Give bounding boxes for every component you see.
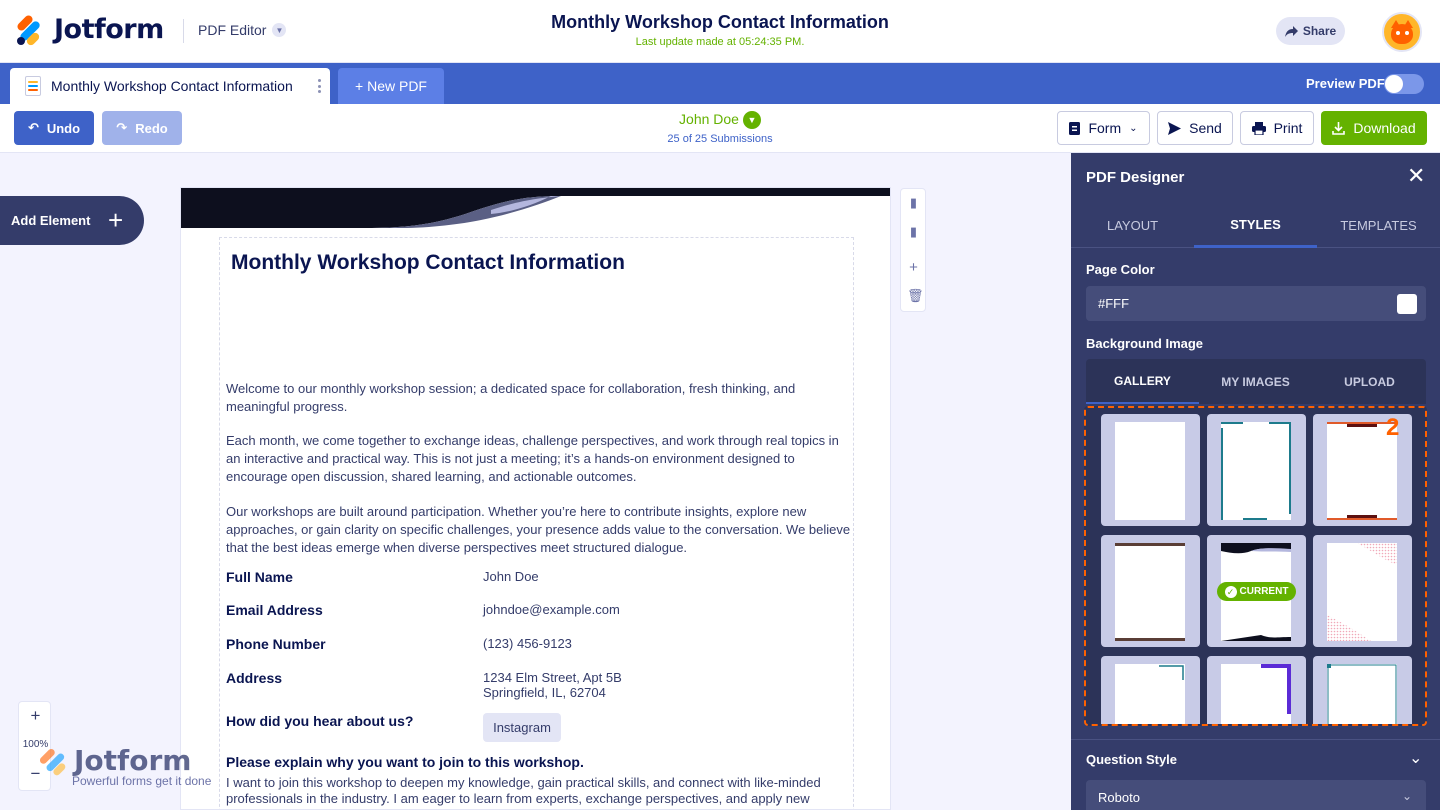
background-thumbnail-current[interactable]: ✓ CURRENT — [1207, 535, 1306, 647]
description-paragraph[interactable]: Our workshops are built around participa… — [226, 503, 856, 557]
field-value-address-line2: Springfield, IL, 62704 — [483, 685, 606, 700]
field-value-why-join: I want to join this workshop to deepen m… — [226, 775, 821, 806]
add-element-button[interactable]: Add Element + — [0, 196, 144, 245]
submitter-name: John Doe — [679, 111, 739, 127]
field-value-phone: (123) 456-9123 — [483, 636, 572, 651]
document-tab-bar: Monthly Workshop Contact Information + N… — [0, 63, 1440, 104]
current-label: CURRENT — [1239, 586, 1289, 597]
field-value-full-name: John Doe — [483, 569, 539, 584]
download-label: Download — [1353, 120, 1416, 136]
background-thumbnail[interactable] — [1313, 535, 1412, 647]
page-color-value: #FFF — [1098, 296, 1130, 311]
pdf-designer-panel: PDF Designer ✕ LAYOUT STYLES TEMPLATES P… — [1071, 153, 1440, 810]
pdf-document-icon — [25, 76, 41, 96]
chevron-down-icon: ⌄ — [1401, 789, 1412, 803]
print-button[interactable]: Print — [1240, 111, 1314, 145]
panel-title: PDF Designer — [1086, 169, 1185, 186]
background-gallery: 2 ✓ CURRENT — [1084, 406, 1427, 726]
user-avatar[interactable] — [1382, 12, 1422, 52]
last-update-text: Last update made at 05:24:35 PM. — [635, 36, 805, 48]
preview-pdf-toggle[interactable] — [1384, 74, 1424, 94]
close-icon[interactable]: ✕ — [1407, 165, 1425, 187]
annotation-number: 2 — [1386, 414, 1400, 441]
field-label-phone: Phone Number — [226, 636, 326, 652]
top-bar: Jotform PDF Editor ▼ Monthly Workshop Co… — [0, 0, 1440, 63]
field-label-heard-about: How did you hear about us? — [226, 713, 414, 729]
background-thumbnail[interactable] — [1101, 656, 1200, 724]
form-dropdown-button[interactable]: Form ⌄ — [1057, 111, 1150, 145]
page-color-label: Page Color — [1086, 262, 1155, 277]
field-label-full-name: Full Name — [226, 569, 293, 585]
field-label-why-join: Please explain why you want to join to t… — [226, 754, 584, 770]
watermark-brand: Jotform — [74, 744, 192, 777]
description-paragraph[interactable]: Each month, we come together to exchange… — [226, 432, 856, 486]
send-button[interactable]: Send — [1157, 111, 1233, 145]
new-pdf-button[interactable]: + New PDF — [338, 68, 444, 104]
font-select[interactable]: Roboto ⌄ — [1086, 780, 1426, 810]
download-icon — [1332, 121, 1346, 135]
chevron-down-icon: ⌄ — [1129, 122, 1138, 134]
download-button[interactable]: Download — [1321, 111, 1427, 145]
intro-paragraph[interactable]: Welcome to our monthly workshop session;… — [226, 380, 856, 416]
page-toolbar: ▮ ▮ + 🗑 — [900, 188, 926, 312]
zoom-in-button[interactable]: + — [19, 706, 52, 726]
page-copy-icon[interactable]: ▮ — [907, 224, 920, 240]
more-options-icon[interactable] — [318, 79, 322, 93]
action-bar: ↶ Undo ↷ Redo John Doe ▼ 25 of 25 Submiss… — [0, 104, 1440, 153]
question-style-section[interactable]: Question Style ⌄ — [1071, 739, 1440, 780]
color-swatch[interactable] — [1397, 294, 1417, 314]
document-title: Monthly Workshop Contact Information — [551, 12, 889, 32]
share-label: Share — [1302, 24, 1337, 38]
field-label-email: Email Address — [226, 602, 323, 618]
page-color-input[interactable]: #FFF — [1086, 286, 1426, 321]
preview-pdf-label: Preview PDF — [1306, 76, 1385, 91]
chevron-down-icon: ▼ — [742, 111, 761, 130]
share-button[interactable]: Share — [1276, 17, 1345, 45]
jotform-logo-icon — [40, 748, 66, 775]
field-value-email: johndoe@example.com — [483, 602, 620, 617]
form-label: Form — [1088, 120, 1122, 136]
pdf-form-title[interactable]: Monthly Workshop Contact Information — [231, 251, 625, 275]
chevron-down-icon: ⌄ — [1409, 750, 1423, 767]
send-icon — [1168, 121, 1182, 135]
background-thumbnail[interactable] — [1207, 656, 1306, 724]
page-settings-icon[interactable]: ▮ — [907, 195, 920, 211]
print-label: Print — [1273, 120, 1303, 136]
tab-document-label: Monthly Workshop Contact Information — [51, 78, 293, 94]
tab-styles[interactable]: STYLES — [1194, 203, 1317, 248]
font-select-value: Roboto — [1098, 790, 1140, 805]
background-thumbnail[interactable] — [1101, 535, 1200, 647]
plus-icon: + — [108, 205, 124, 235]
add-element-label: Add Element — [11, 213, 91, 228]
add-page-icon[interactable]: + — [907, 259, 920, 276]
trash-icon[interactable]: 🗑 — [907, 288, 924, 304]
tab-gallery[interactable]: GALLERY — [1086, 359, 1199, 404]
printer-icon — [1251, 121, 1266, 135]
share-arrow-icon — [1284, 25, 1298, 37]
current-badge: ✓ CURRENT — [1217, 582, 1296, 601]
tab-upload[interactable]: UPLOAD — [1313, 359, 1426, 404]
send-label: Send — [1189, 120, 1222, 136]
background-thumbnail[interactable] — [1313, 656, 1412, 724]
watermark-tagline: Powerful forms get it done — [72, 774, 212, 788]
check-icon: ✓ — [1224, 585, 1237, 598]
field-value-heard-about-chip: Instagram — [483, 713, 561, 742]
pdf-page[interactable]: Monthly Workshop Contact Information Wel… — [180, 187, 891, 810]
tab-my-images[interactable]: MY IMAGES — [1199, 359, 1312, 404]
field-value-address-line1: 1234 Elm Street, Apt 5B — [483, 670, 622, 685]
page-header-wave-decoration — [181, 188, 890, 228]
designer-tabs: LAYOUT STYLES TEMPLATES — [1071, 203, 1440, 248]
jotform-watermark: Jotform — [40, 744, 191, 777]
field-label-address: Address — [226, 670, 283, 686]
background-image-tabs: GALLERY MY IMAGES UPLOAD — [1086, 359, 1426, 404]
tab-active-document[interactable]: Monthly Workshop Contact Information — [10, 68, 330, 104]
background-image-label: Background Image — [1086, 336, 1204, 351]
background-thumbnail[interactable] — [1101, 414, 1200, 526]
tab-layout[interactable]: LAYOUT — [1071, 203, 1194, 248]
background-thumbnail[interactable] — [1207, 414, 1306, 526]
tab-templates[interactable]: TEMPLATES — [1317, 203, 1440, 248]
question-style-label: Question Style — [1086, 752, 1178, 767]
form-icon — [1069, 121, 1081, 135]
